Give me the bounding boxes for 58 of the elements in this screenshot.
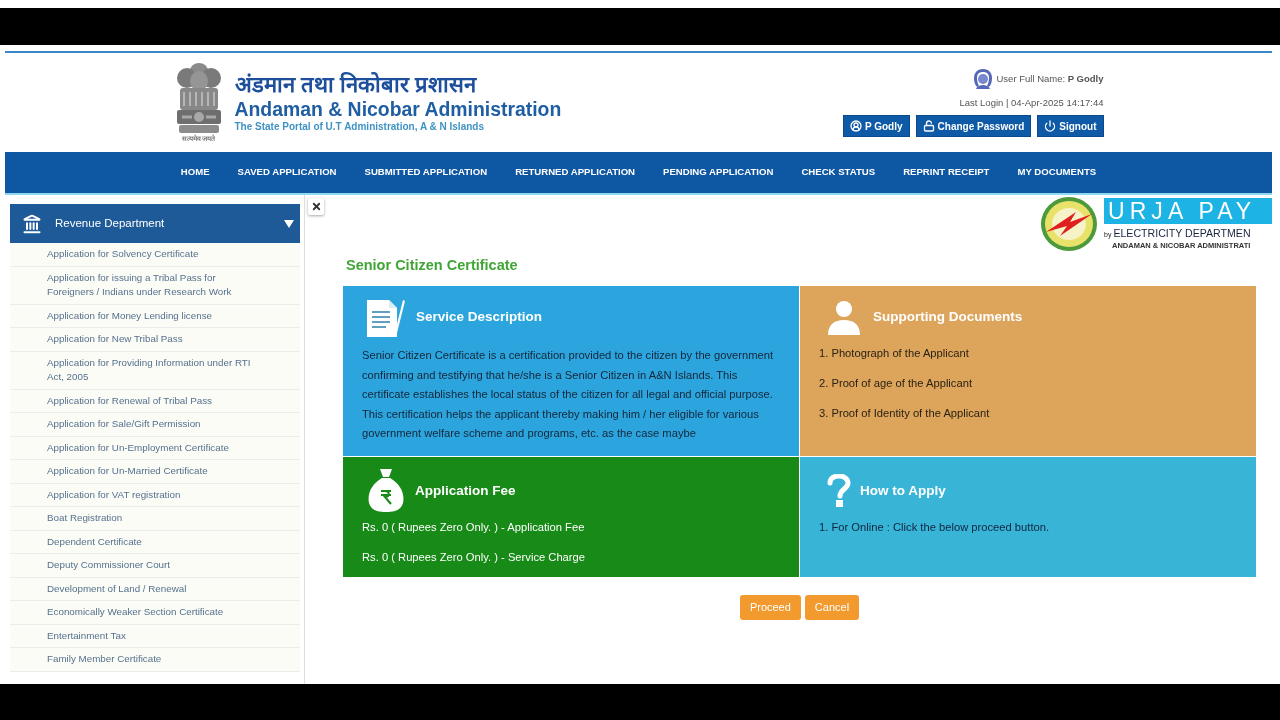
close-icon: [310, 201, 322, 212]
urja-pay-wordmark: URJA PAY: [1104, 198, 1272, 225]
card-title: Application Fee: [415, 483, 516, 499]
sidebar-link[interactable]: Development of Land / Renewal: [47, 581, 255, 596]
person-icon: [826, 299, 862, 335]
card-list-item: Rs. 0 ( Rupees Zero Only. ) - Application Fee: [362, 520, 586, 535]
bank-icon: [22, 213, 42, 234]
password-button[interactable]: Change Password: [915, 115, 1032, 137]
power-icon: [1044, 120, 1057, 132]
card-title: Service Description: [416, 309, 543, 325]
card-list-item: 2. Proof of age of the Applicant: [819, 376, 973, 391]
sidebar-link[interactable]: Economically Weaker Section Certificate: [47, 605, 255, 620]
nav-link[interactable]: RETURNED APPLICATION: [515, 165, 636, 180]
sidebar-link[interactable]: Application for New Tribal Pass: [47, 332, 255, 347]
last-login-text: Last Login | 04-Apr-2025 14:17:44: [959, 96, 1104, 110]
nav-link[interactable]: CHECK STATUS: [801, 165, 876, 180]
page-title: Senior Citizen Certificate: [345, 257, 519, 274]
sidebar-link[interactable]: Application for Renewal of Tribal Pass: [47, 393, 255, 408]
signout-button[interactable]: Signout: [1037, 115, 1104, 137]
site-tagline: The State Portal of U.T Administration, A & N Islands: [234, 120, 485, 134]
site-title: Andaman & Nicobar Administration: [234, 98, 562, 120]
sidebar-link[interactable]: Application for issuing a Tribal Pass for Foreigners / Indians under Research Work: [47, 270, 255, 300]
question-mark-icon: [826, 474, 852, 508]
nav-link[interactable]: MY DOCUMENTS: [1017, 165, 1097, 180]
nav-link[interactable]: SAVED APPLICATION: [237, 165, 337, 180]
sidebar-link[interactable]: Boat Registration: [47, 511, 255, 526]
department-text: ELECTRICITY DEPARTMEN: [1113, 227, 1251, 240]
nav-link[interactable]: HOME: [180, 165, 210, 180]
card-list-item: 3. Proof of Identity of the Applicant: [819, 406, 991, 421]
card-list-item: 1. Photograph of the Applicant: [819, 346, 970, 361]
site-title-hindi: अंडमान तथा निकोबार प्रशासन: [234, 72, 478, 98]
profile-button[interactable]: P Godly: [842, 115, 910, 137]
sidebar-link[interactable]: Application for Money Lending license: [47, 308, 255, 323]
nav-link[interactable]: SUBMITTED APPLICATION: [364, 165, 488, 180]
close-button[interactable]: [308, 198, 324, 215]
card-description: Senior Citizen Certificate is a certification provided to the citizen by the government confirming and testifying that he/she is a Senior Citizen in A&N Islands. This certificate establishes the local status of the citizen for all legal and official purpose. This certification helps the applicant thereby making him / her eligible for various government welfare scheme and programs, etc. as the case maybe: [362, 348, 775, 442]
sidebar-link[interactable]: Application for Sale/Gift Permission: [47, 417, 255, 432]
card-title: How to Apply: [860, 483, 946, 499]
nav-link[interactable]: REPRINT RECEIPT: [903, 165, 990, 180]
unlock-icon: [922, 120, 935, 132]
sidebar-link[interactable]: Entertainment Tax: [47, 628, 255, 643]
sidebar-link[interactable]: Application for Un-Employment Certificate: [47, 440, 255, 455]
sidebar-link[interactable]: Family Member Certificate: [47, 652, 255, 667]
sidebar-link[interactable]: Application for Providing Information under RTI Act, 2005: [47, 355, 255, 385]
sidebar-link[interactable]: Application for Un-Married Certificate: [47, 464, 255, 479]
sidebar-link[interactable]: Application for Solvency Certificate: [47, 247, 255, 262]
card-list-item: Rs. 0 ( Rupees Zero Only. ) - Service Charge: [362, 550, 586, 565]
sidebar-link[interactable]: Dependent Certificate: [47, 534, 255, 549]
user-circle-icon: [849, 120, 862, 132]
lightning-logo: [1040, 196, 1098, 252]
user-avatar-icon: [971, 68, 994, 90]
sidebar-link[interactable]: Application for VAT registration: [47, 487, 255, 502]
nav-link[interactable]: PENDING APPLICATION: [663, 165, 774, 180]
card-list-item: 1. For Online : Click the below proceed button.: [819, 520, 1051, 535]
sidebar-header[interactable]: Revenue Department: [10, 204, 300, 243]
user-full-name: User Full Name: P Godly: [996, 71, 1104, 86]
card-title: Supporting Documents: [873, 309, 1023, 325]
sidebar-link[interactable]: Deputy Commissioner Court: [47, 558, 255, 573]
